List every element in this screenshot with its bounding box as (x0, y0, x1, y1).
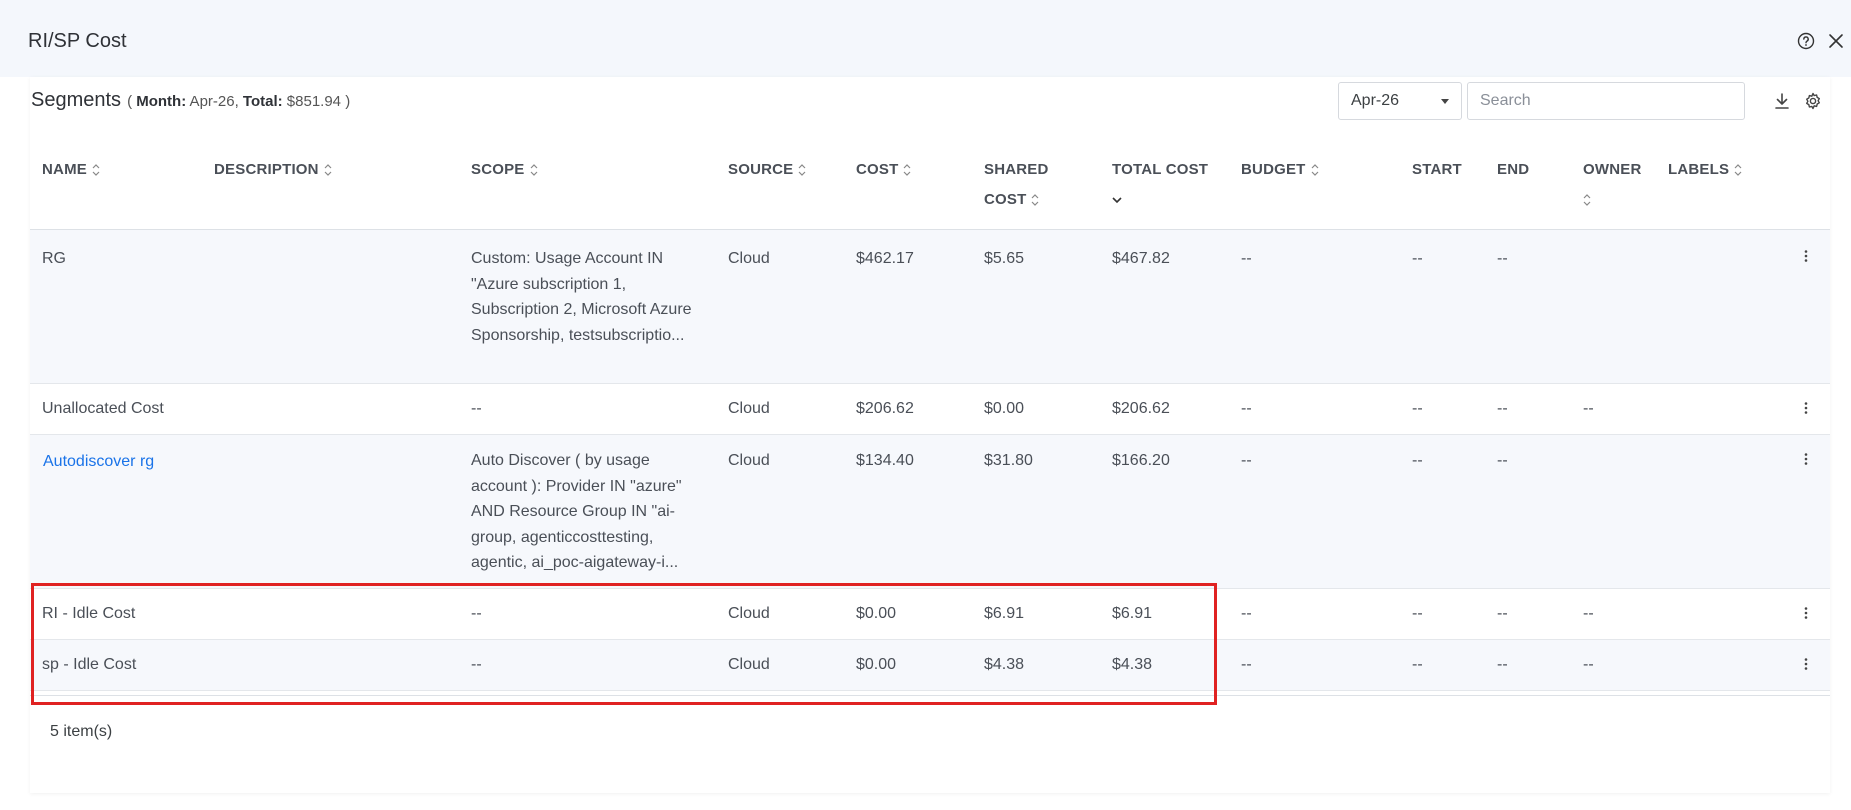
column-start[interactable]: START (1412, 155, 1462, 185)
column-name[interactable]: NAME (42, 155, 100, 185)
sort-icon (1583, 194, 1591, 206)
row-total-cost: $4.38 (1112, 656, 1153, 673)
row-scope: -- (471, 605, 482, 622)
row-source: Cloud (728, 250, 770, 267)
row-name: RG (42, 250, 66, 267)
sort-icon (904, 164, 911, 176)
row-owner: -- (1583, 656, 1594, 673)
table-row[interactable]: Autodiscover rg Auto Discover ( by usage… (30, 435, 1830, 589)
kebab-menu-icon[interactable] (1798, 248, 1814, 264)
row-shared-cost: $31.80 (984, 452, 1033, 469)
sort-icon (324, 164, 332, 176)
table-row[interactable]: RI - Idle Cost -- Cloud $0.00 $6.91 $6.9… (30, 589, 1830, 640)
column-scope[interactable]: SCOPE (471, 155, 538, 185)
row-source: Cloud (728, 656, 770, 673)
row-owner: -- (1583, 605, 1594, 622)
sort-icon (1734, 164, 1742, 176)
column-budget[interactable]: BUDGET (1241, 155, 1319, 185)
row-cost: $0.00 (856, 605, 897, 622)
table-row[interactable]: RG Custom: Usage Account IN "Azure subsc… (30, 230, 1830, 384)
kebab-menu-icon[interactable] (1798, 605, 1814, 621)
item-count: 5 item(s) (50, 723, 113, 740)
sort-icon (1311, 164, 1318, 176)
row-scope: -- (471, 656, 482, 673)
month-select[interactable]: Apr-26 (1338, 82, 1462, 120)
row-budget: -- (1241, 400, 1252, 417)
row-budget: -- (1241, 605, 1252, 622)
row-end: -- (1497, 250, 1508, 267)
table-header: NAME DESCRIPTION SCOPE SOURCE COST SHARE… (30, 137, 1830, 230)
row-start: -- (1412, 605, 1423, 622)
table-footer-divider (30, 695, 1830, 696)
row-cost: $134.40 (856, 452, 914, 469)
row-cost: $0.00 (856, 656, 897, 673)
column-owner[interactable]: OWNER (1583, 155, 1642, 215)
row-scope: -- (471, 400, 482, 417)
column-cost[interactable]: COST (856, 155, 911, 185)
kebab-menu-icon[interactable] (1798, 400, 1814, 416)
row-owner: -- (1583, 400, 1594, 417)
sort-icon (530, 164, 537, 176)
sort-icon (92, 164, 100, 176)
row-source: Cloud (728, 605, 770, 622)
column-labels[interactable]: LABELS (1668, 155, 1742, 185)
search-input[interactable] (1467, 82, 1745, 120)
column-shared-cost[interactable]: SHARED COST (984, 155, 1049, 215)
row-start: -- (1412, 452, 1423, 469)
row-source: Cloud (728, 452, 770, 469)
row-shared-cost: $0.00 (984, 400, 1025, 417)
table-row[interactable]: sp - Idle Cost -- Cloud $0.00 $4.38 $4.3… (30, 640, 1830, 691)
sort-icon (1032, 194, 1039, 206)
segments-panel: Segments ( Month: Apr-26, Total: $851.94… (30, 77, 1830, 793)
header-actions (1795, 30, 1851, 52)
row-start: -- (1412, 400, 1423, 417)
download-icon[interactable] (1772, 91, 1792, 111)
gear-icon[interactable] (1803, 91, 1823, 111)
row-total-cost: $6.91 (1112, 605, 1153, 622)
row-budget: -- (1241, 452, 1252, 469)
sort-descending-icon (1112, 197, 1122, 204)
row-cost: $206.62 (856, 400, 914, 417)
row-name: sp - Idle Cost (42, 656, 137, 673)
help-icon[interactable] (1795, 30, 1817, 52)
kebab-menu-icon[interactable] (1798, 656, 1814, 672)
sort-icon (798, 164, 806, 176)
row-total-cost: $467.82 (1112, 250, 1170, 267)
row-scope: Auto Discover ( by usage account ): Prov… (471, 452, 682, 571)
modal-title: RI/SP Cost (28, 30, 127, 52)
segments-summary: ( Month: Apr-26, Total: $851.94 ) (127, 93, 351, 110)
kebab-menu-icon[interactable] (1798, 451, 1814, 467)
modal-header: RI/SP Cost (0, 0, 1851, 77)
segments-header: Segments ( Month: Apr-26, Total: $851.94… (31, 89, 350, 112)
row-budget: -- (1241, 656, 1252, 673)
table-row[interactable]: Unallocated Cost -- Cloud $206.62 $0.00 … (30, 384, 1830, 435)
row-end: -- (1497, 605, 1508, 622)
row-end: -- (1497, 452, 1508, 469)
close-icon[interactable] (1825, 30, 1847, 52)
row-budget: -- (1241, 250, 1252, 267)
row-name: RI - Idle Cost (42, 605, 136, 622)
row-scope: Custom: Usage Account IN "Azure subscrip… (471, 250, 692, 344)
row-total-cost: $166.20 (1112, 452, 1170, 469)
row-end: -- (1497, 656, 1508, 673)
row-source: Cloud (728, 400, 770, 417)
row-start: -- (1412, 656, 1423, 673)
caret-down-icon (1441, 99, 1449, 104)
row-name: Unallocated Cost (42, 400, 164, 417)
row-end: -- (1497, 400, 1508, 417)
column-source[interactable]: SOURCE (728, 155, 806, 185)
row-shared-cost: $6.91 (984, 605, 1025, 622)
row-total-cost: $206.62 (1112, 400, 1170, 417)
row-name-link[interactable]: Autodiscover rg (43, 449, 154, 475)
row-shared-cost: $4.38 (984, 656, 1025, 673)
row-shared-cost: $5.65 (984, 250, 1025, 267)
column-end[interactable]: END (1497, 155, 1529, 185)
row-start: -- (1412, 250, 1423, 267)
column-description[interactable]: DESCRIPTION (214, 155, 332, 185)
segments-title: Segments (31, 89, 122, 111)
column-total-cost[interactable]: TOTAL COST (1112, 155, 1208, 215)
month-select-value: Apr-26 (1351, 92, 1400, 109)
row-cost: $462.17 (856, 250, 914, 267)
